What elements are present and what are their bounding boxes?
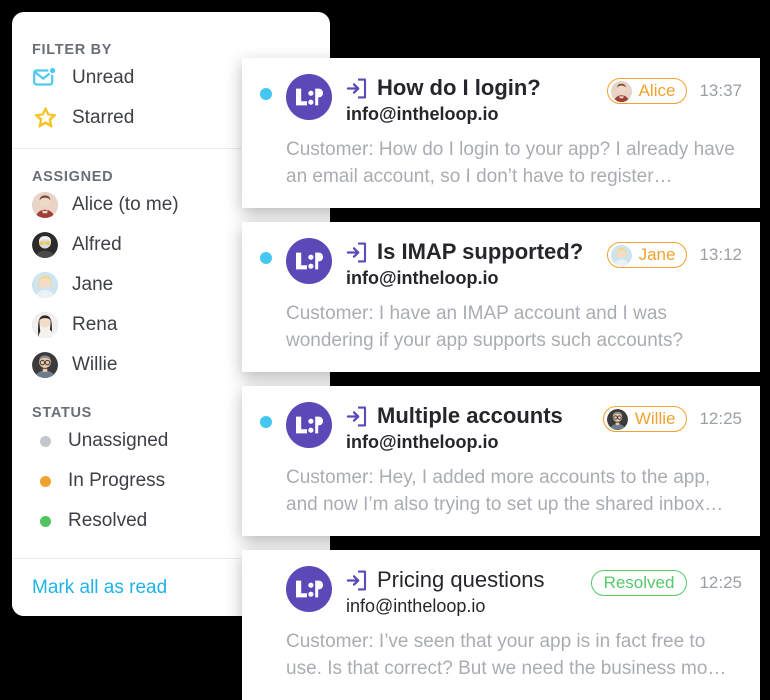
card-meta: Willie 12:25 (595, 406, 742, 432)
avatar-willie (32, 352, 58, 378)
card-meta: Alice 13:37 (599, 78, 742, 104)
filter-by-heading: FILTER BY (32, 42, 113, 58)
status-dot-green (40, 515, 51, 527)
message-card[interactable]: Pricing questions info@intheloop.io Reso… (242, 550, 760, 700)
avatar-rena (32, 312, 58, 338)
status-badge[interactable]: Resolved (590, 570, 688, 596)
assignee-name: Jane (638, 245, 676, 264)
avatar-jane (610, 244, 632, 266)
card-header: Is IMAP supported? info@intheloop.io Jan… (260, 238, 742, 289)
unread-indicator-dot (260, 416, 272, 428)
card-meta: Jane 13:12 (599, 242, 742, 268)
mark-all-as-read-link[interactable]: Mark all as read (32, 577, 167, 599)
sidebar-item-label: Alice (to me) (72, 194, 179, 215)
star-icon (32, 105, 58, 131)
message-time: 13:12 (699, 245, 742, 264)
avatar-alice (610, 80, 632, 102)
message-preview: Customer: I have an IMAP account and I w… (286, 303, 684, 351)
message-subject: How do I login? (377, 75, 541, 100)
message-preview: Customer: How do I login to your app? I … (286, 139, 735, 187)
message-list: How do I login? info@intheloop.io Alice … (242, 58, 760, 700)
loop-logo-icon (286, 238, 332, 284)
card-subject-block: Is IMAP supported? info@intheloop.io (346, 238, 599, 289)
status-label: Resolved (603, 573, 675, 592)
message-email: info@intheloop.io (346, 596, 486, 616)
unread-indicator-dot (260, 88, 272, 100)
login-arrow-icon (346, 405, 368, 427)
message-time: 12:25 (699, 409, 742, 428)
assignee-name: Willie (634, 409, 676, 428)
message-preview: Customer: Hey, I added more accounts to … (286, 467, 724, 515)
card-header: Multiple accounts info@intheloop.io Will… (260, 402, 742, 453)
message-subject: Is IMAP supported? (377, 239, 584, 264)
card-meta: Resolved 12:25 (583, 570, 742, 596)
message-subject: Pricing questions (377, 567, 545, 592)
envelope-unread-icon (32, 65, 58, 91)
avatar-alfred (32, 232, 58, 258)
sidebar-item-label: Alfred (72, 234, 122, 255)
assignee-badge[interactable]: Willie (602, 406, 688, 432)
assignee-badge[interactable]: Alice (606, 78, 688, 104)
login-arrow-icon (346, 569, 368, 591)
subject-line: Pricing questions (346, 566, 583, 594)
card-subject-block: Multiple accounts info@intheloop.io (346, 402, 595, 453)
message-subject: Multiple accounts (377, 403, 563, 428)
message-email: info@intheloop.io (346, 268, 499, 288)
assignee-badge[interactable]: Jane (606, 242, 688, 268)
message-email: info@intheloop.io (346, 432, 499, 452)
card-subject-block: Pricing questions info@intheloop.io (346, 566, 583, 617)
sidebar-item-label: In Progress (68, 470, 166, 491)
login-arrow-icon (346, 241, 368, 263)
message-card[interactable]: Multiple accounts info@intheloop.io Will… (242, 386, 760, 536)
loop-logo-icon (286, 74, 332, 120)
status-dot-orange (40, 475, 51, 487)
sidebar-item-label: Unassigned (68, 430, 169, 451)
status-dot-gray (40, 435, 51, 447)
sidebar-item-label: Resolved (68, 510, 148, 531)
sidebar-item-label: Willie (72, 354, 118, 375)
loop-logo-icon (286, 566, 332, 612)
message-time: 12:25 (699, 573, 742, 592)
unread-indicator-dot (260, 252, 272, 264)
message-time: 13:37 (699, 81, 742, 100)
sidebar-item-label: Rena (72, 314, 118, 335)
message-card[interactable]: Is IMAP supported? info@intheloop.io Jan… (242, 222, 760, 372)
login-arrow-icon (346, 77, 368, 99)
sidebar-item-label: Starred (72, 107, 135, 128)
subject-line: How do I login? (346, 74, 599, 102)
avatar-willie (606, 408, 628, 430)
card-header: How do I login? info@intheloop.io Alice … (260, 74, 742, 125)
sidebar-item-label: Jane (72, 274, 114, 295)
assignee-name: Alice (638, 81, 676, 100)
message-email: info@intheloop.io (346, 104, 499, 124)
subject-line: Multiple accounts (346, 402, 595, 430)
card-subject-block: How do I login? info@intheloop.io (346, 74, 599, 125)
avatar-jane (32, 272, 58, 298)
message-card[interactable]: How do I login? info@intheloop.io Alice … (242, 58, 760, 208)
sidebar-item-label: Unread (72, 67, 135, 88)
message-preview: Customer: I’ve seen that your app is in … (286, 631, 727, 679)
subject-line: Is IMAP supported? (346, 238, 599, 266)
card-header: Pricing questions info@intheloop.io Reso… (260, 566, 742, 617)
loop-logo-icon (286, 402, 332, 448)
avatar-alice (32, 192, 58, 218)
